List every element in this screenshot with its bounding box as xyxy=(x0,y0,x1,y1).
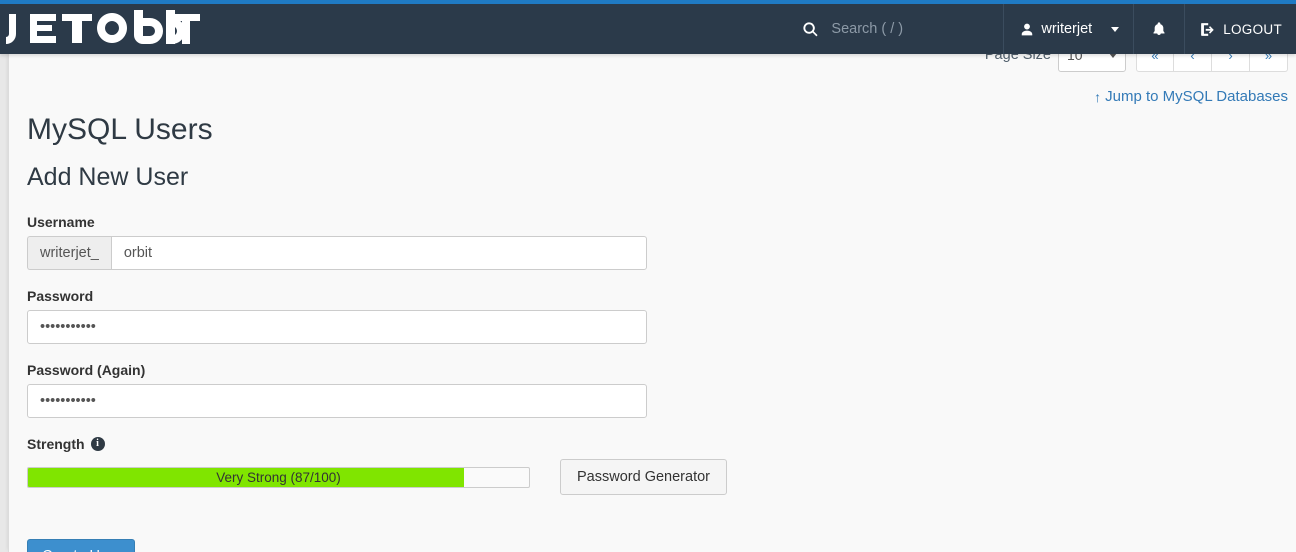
jump-link-label: Jump to MySQL Databases xyxy=(1105,88,1288,105)
password-strength-meter: Very Strong (87/100) xyxy=(27,466,531,488)
logout-icon xyxy=(1201,22,1214,36)
chevron-down-icon xyxy=(1111,26,1120,32)
page-title: MySQL Users xyxy=(27,113,213,146)
strength-row: Very Strong (87/100) Password Generator xyxy=(27,459,727,495)
username-prefix-addon: writerjet_ xyxy=(27,236,111,270)
password-again-form-group: Password (Again) xyxy=(27,362,727,418)
strength-label-row: Strength i xyxy=(27,436,727,452)
main-content: MySQL Users Add New User Username writer… xyxy=(27,112,727,552)
strength-label: Strength xyxy=(27,436,85,452)
search-icon xyxy=(803,21,819,36)
jump-link-row: ↑ Jump to MySQL Databases xyxy=(1094,88,1288,107)
user-menu[interactable]: writerjet xyxy=(1003,4,1133,54)
brand-logo[interactable] xyxy=(0,4,214,54)
create-user-button[interactable]: Create User xyxy=(27,539,136,552)
search-input[interactable] xyxy=(831,21,982,37)
navbar-right: writerjet LOGOUT xyxy=(784,4,1296,54)
top-accent-bar xyxy=(0,0,1296,4)
strength-meter-text: Very Strong (87/100) xyxy=(216,469,341,485)
password-label: Password xyxy=(27,288,94,304)
content-panel: Page Size 10 « ‹ › » ↑ Jump to MySQL Dat… xyxy=(8,0,1296,552)
password-generator-button[interactable]: Password Generator xyxy=(560,459,727,495)
page-root: Page Size 10 « ‹ › » ↑ Jump to MySQL Dat… xyxy=(0,0,1296,552)
jetorbit-logo-icon xyxy=(6,10,200,44)
notifications-button[interactable] xyxy=(1133,4,1184,54)
info-icon[interactable]: i xyxy=(90,437,105,451)
strength-form-group: Strength i Very Strong (87/100) Password… xyxy=(27,436,727,495)
password-form-group: Password xyxy=(27,288,727,344)
bell-icon xyxy=(1153,22,1165,35)
username-input-group: writerjet_ xyxy=(27,236,647,270)
username-form-group: Username writerjet_ xyxy=(27,214,727,270)
search-box[interactable] xyxy=(784,4,1003,54)
username-input[interactable] xyxy=(110,236,647,270)
jump-to-mysql-databases-link[interactable]: ↑ Jump to MySQL Databases xyxy=(1094,88,1288,105)
username-label: Username xyxy=(27,214,95,230)
logout-button[interactable]: LOGOUT xyxy=(1184,4,1296,54)
arrow-up-icon: ↑ xyxy=(1094,88,1102,105)
password-input[interactable] xyxy=(27,310,647,344)
section-title: Add New User xyxy=(27,163,189,191)
user-icon xyxy=(1022,23,1033,35)
password-again-input[interactable] xyxy=(27,384,647,418)
password-again-label: Password (Again) xyxy=(27,362,146,378)
navbar-spacer xyxy=(214,4,784,54)
logout-label: LOGOUT xyxy=(1223,21,1282,37)
top-navbar: writerjet LOGOUT xyxy=(0,4,1296,54)
user-name-label: writerjet xyxy=(1041,21,1093,37)
